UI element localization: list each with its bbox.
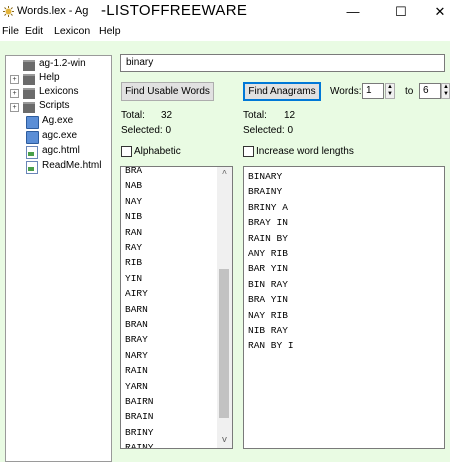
file-tree[interactable]: ag-1.2-win + Help + Lexicons + Scripts A… xyxy=(5,55,112,462)
usable-word-item[interactable]: BRAIN xyxy=(125,409,154,424)
usable-word-item[interactable]: BRINY xyxy=(125,425,154,440)
find-anagrams-button[interactable]: Find Anagrams xyxy=(243,82,321,101)
anagram-result-item[interactable]: BRAY IN xyxy=(248,215,288,230)
menu-edit[interactable]: Edit xyxy=(25,25,43,37)
anagram-result-item[interactable]: RAN BY I xyxy=(248,338,294,353)
anagram-result-item[interactable]: RAIN BY xyxy=(248,231,288,246)
alphabetic-label: Alphabetic xyxy=(134,146,181,157)
tree-item-agc-html[interactable]: agc.html xyxy=(6,145,109,159)
menu-help[interactable]: Help xyxy=(99,25,121,37)
expand-icon[interactable]: + xyxy=(10,75,19,84)
anagram-result-item[interactable]: NIB RAY xyxy=(248,323,288,338)
words-to-stepper[interactable]: ▲ ▼ xyxy=(441,83,450,99)
anagram-selected: Selected: 0 xyxy=(243,125,294,136)
expand-icon[interactable]: + xyxy=(10,89,19,98)
title-bar: Words.lex - Ag -LISTOFFREEWARE — ☐ ✕ xyxy=(0,0,450,24)
scroll-up-icon[interactable]: ^ xyxy=(217,167,232,182)
app-icon xyxy=(3,6,14,17)
to-label: to xyxy=(405,86,414,97)
anagram-result-item[interactable]: BIN RAY xyxy=(248,277,288,292)
usable-list-scrollbar[interactable]: ^ v xyxy=(217,167,232,448)
usable-word-item[interactable]: RAN xyxy=(125,225,142,240)
tree-item-readme-html[interactable]: ReadMe.html xyxy=(6,160,109,174)
exe-file-icon xyxy=(26,131,39,144)
exe-file-icon xyxy=(26,116,39,129)
step-up-icon[interactable]: ▲ xyxy=(443,84,449,91)
usable-word-item[interactable]: RAY xyxy=(125,240,142,255)
usable-word-item[interactable]: RAINY xyxy=(125,440,154,448)
usable-word-item[interactable]: YARN xyxy=(125,379,148,394)
scroll-down-icon[interactable]: v xyxy=(217,433,232,448)
anagram-result-item[interactable]: NAY RIB xyxy=(248,308,288,323)
folder-icon xyxy=(23,74,35,85)
anagram-result-item[interactable]: BRA YIN xyxy=(248,292,288,307)
words-from-stepper[interactable]: ▲ ▼ xyxy=(385,83,395,99)
expand-icon[interactable]: + xyxy=(10,103,19,112)
usable-word-item[interactable]: AIRY xyxy=(125,286,148,301)
usable-word-item[interactable]: YIN xyxy=(125,271,142,286)
anagram-result-item[interactable]: ANY RIB xyxy=(248,246,288,261)
increase-lengths-checkbox[interactable] xyxy=(243,146,254,157)
folder-icon xyxy=(23,60,35,71)
usable-word-item[interactable]: BAIRN xyxy=(125,394,154,409)
html-file-icon xyxy=(26,146,38,159)
words-from-input[interactable]: 1 xyxy=(362,83,384,99)
html-file-icon xyxy=(26,161,38,174)
usable-word-item[interactable]: BRA xyxy=(125,167,142,178)
window-title: Words.lex - Ag xyxy=(17,5,89,17)
anagram-result-item[interactable]: BAR YIN xyxy=(248,261,288,276)
usable-word-item[interactable]: BRAY xyxy=(125,332,148,347)
tree-item-help[interactable]: + Help xyxy=(6,72,109,86)
usable-total-label: Total: xyxy=(121,110,145,121)
menu-file[interactable]: File xyxy=(2,25,19,37)
menu-bar: File Edit Lexicon Help xyxy=(0,24,450,40)
usable-word-item[interactable]: NIB xyxy=(125,209,142,224)
alphabetic-checkbox[interactable] xyxy=(121,146,132,157)
step-down-icon[interactable]: ▼ xyxy=(443,91,449,98)
close-button[interactable]: ✕ xyxy=(425,3,450,21)
anagram-result-item[interactable]: BRAINY xyxy=(248,184,282,199)
usable-words-list[interactable]: BRA NAB NAY NIB RAN RAY RIB YIN AIRY BARN BRAN BRAY… xyxy=(120,166,233,449)
step-down-icon[interactable]: ▼ xyxy=(387,91,393,98)
tree-item-agc-exe[interactable]: agc.exe xyxy=(6,130,109,144)
usable-word-item[interactable]: BARN xyxy=(125,302,148,317)
anagram-result-item[interactable]: BINARY xyxy=(248,169,282,184)
folder-icon xyxy=(23,102,35,113)
tree-item-ag-exe[interactable]: Ag.exe xyxy=(6,115,109,129)
anagram-result-item[interactable]: BRINY A xyxy=(248,200,288,215)
usable-word-item[interactable]: NAY xyxy=(125,194,142,209)
maximize-button[interactable]: ☐ xyxy=(386,3,416,21)
words-to-input[interactable]: 6 xyxy=(419,83,441,99)
tree-root[interactable]: ag-1.2-win xyxy=(6,58,109,72)
tree-item-scripts[interactable]: + Scripts xyxy=(6,100,109,114)
increase-lengths-label: Increase word lengths xyxy=(256,146,354,157)
scroll-thumb[interactable] xyxy=(219,269,229,418)
search-input[interactable]: binary xyxy=(120,54,445,72)
words-label: Words: xyxy=(330,86,362,97)
anagram-total-label: Total: xyxy=(243,110,267,121)
tree-item-lexicons[interactable]: + Lexicons xyxy=(6,86,109,100)
minimize-button[interactable]: — xyxy=(338,3,368,21)
find-usable-words-button[interactable]: Find Usable Words xyxy=(121,82,214,101)
step-up-icon[interactable]: ▲ xyxy=(387,84,393,91)
usable-word-item[interactable]: BRAN xyxy=(125,317,148,332)
usable-word-item[interactable]: NAB xyxy=(125,178,142,193)
usable-word-item[interactable]: NARY xyxy=(125,348,148,363)
usable-total-value: 32 xyxy=(161,110,173,121)
usable-word-item[interactable]: RAIN xyxy=(125,363,148,378)
usable-selected: Selected: 0 xyxy=(121,125,172,136)
anagram-results-list[interactable]: BINARY BRAINY BRINY A BRAY IN RAIN BY ANY RIB… xyxy=(243,166,445,449)
folder-icon xyxy=(23,88,35,99)
window-banner: -LISTOFFREEWARE xyxy=(101,2,248,19)
usable-word-item[interactable]: RIB xyxy=(125,255,142,270)
menu-lexicon[interactable]: Lexicon xyxy=(54,25,90,37)
anagram-total-value: 12 xyxy=(284,110,296,121)
